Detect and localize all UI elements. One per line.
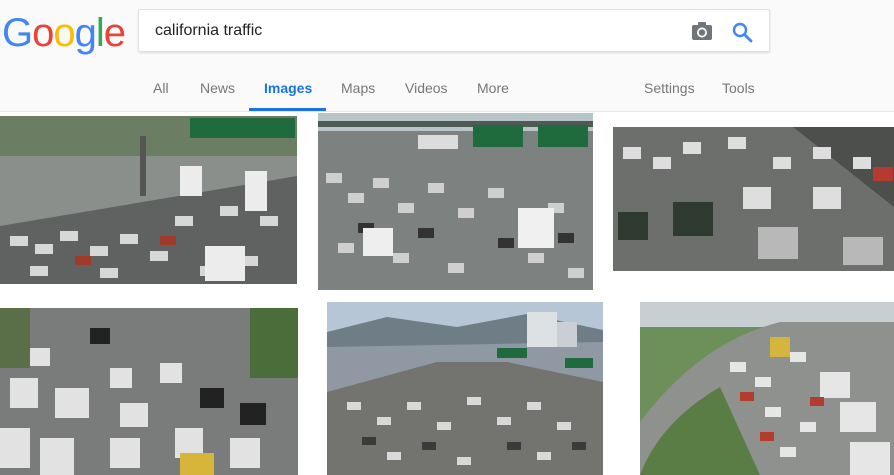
search-input[interactable]: california traffic	[155, 22, 262, 40]
tab-settings[interactable]: Settings	[644, 80, 695, 96]
logo-letter: o	[53, 11, 75, 55]
image-result-5[interactable]	[327, 302, 603, 475]
logo-letter: e	[103, 11, 126, 55]
tab-bar: All News Images Maps Videos More Setting…	[0, 78, 894, 111]
image-result-4[interactable]	[0, 308, 298, 475]
camera-icon[interactable]	[691, 21, 713, 41]
header-bar: Google california traffic All News Image…	[0, 0, 894, 112]
active-tab-indicator	[249, 108, 326, 111]
tab-more[interactable]: More	[477, 80, 509, 96]
search-box[interactable]: california traffic	[138, 9, 770, 52]
tab-news[interactable]: News	[200, 80, 235, 96]
image-result-1[interactable]	[0, 116, 297, 284]
image-result-2[interactable]	[318, 113, 593, 290]
image-result-3[interactable]	[613, 127, 894, 271]
image-result-6[interactable]	[640, 302, 894, 475]
tab-maps[interactable]: Maps	[341, 80, 375, 96]
logo-letter: o	[32, 11, 54, 55]
logo-letter: g	[74, 11, 97, 55]
google-logo[interactable]: Google	[2, 11, 126, 55]
logo-letter: G	[2, 11, 33, 55]
tab-tools[interactable]: Tools	[722, 80, 755, 96]
tab-videos[interactable]: Videos	[405, 80, 448, 96]
logo-letter: l	[95, 11, 105, 55]
tab-all[interactable]: All	[153, 80, 169, 96]
tab-images[interactable]: Images	[264, 80, 312, 96]
search-icon[interactable]	[731, 21, 753, 43]
